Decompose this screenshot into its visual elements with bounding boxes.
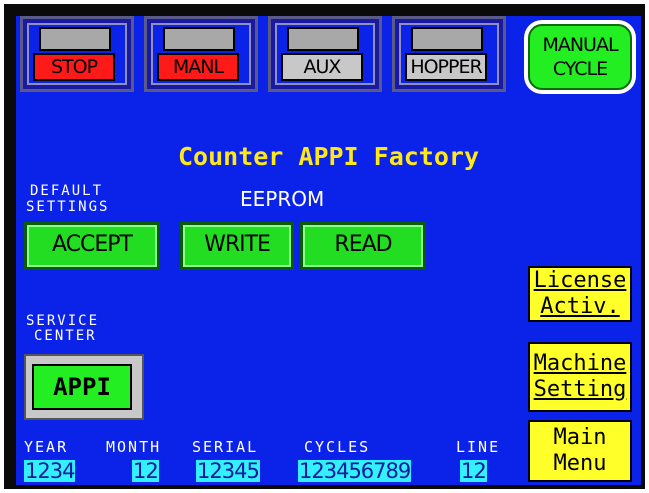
- month-field[interactable]: 12: [132, 460, 159, 482]
- license-activation-button[interactable]: License Activ.: [528, 266, 632, 322]
- appi-button[interactable]: APPI: [32, 364, 132, 410]
- license-line2: Activ.: [540, 294, 620, 319]
- line-label: LINE: [456, 438, 501, 456]
- year-field[interactable]: 1234: [24, 460, 75, 482]
- accept-button[interactable]: ACCEPT: [24, 222, 160, 270]
- page-title: Counter APPI Factory: [177, 142, 480, 171]
- line-field[interactable]: 12: [460, 460, 487, 482]
- indicator-hopper: HOPPER: [392, 16, 506, 92]
- month-label: MONTH: [106, 438, 162, 456]
- hmi-screen: STOP MANL AUX HOPPER MANUAL CYCLE Counte…: [16, 16, 641, 485]
- eeprom-label: EEPROM: [240, 187, 325, 211]
- indicator-label: AUX: [281, 53, 363, 81]
- serial-field[interactable]: 12345: [196, 460, 260, 482]
- indicator-lamp: [411, 27, 483, 51]
- indicator-manl: MANL: [144, 16, 258, 92]
- indicator-lamp: [163, 27, 235, 51]
- indicator-lamp: [39, 27, 111, 51]
- main-menu-line2: Menu: [553, 451, 607, 476]
- eeprom-read-button[interactable]: READ: [300, 222, 426, 270]
- indicator-aux: AUX: [268, 16, 382, 92]
- main-menu-line1: Main: [553, 425, 607, 450]
- eeprom-write-button[interactable]: WRITE: [180, 222, 294, 270]
- manual-cycle-line1: MANUAL: [542, 34, 618, 56]
- manual-cycle-line2: CYCLE: [552, 58, 608, 80]
- cycles-label: CYCLES: [304, 438, 371, 456]
- default-settings-label-line1: DEFAULT: [30, 183, 104, 199]
- manual-cycle-button[interactable]: MANUAL CYCLE: [528, 24, 632, 90]
- appi-button-frame: APPI: [24, 354, 144, 420]
- indicator-stop: STOP: [20, 16, 134, 92]
- indicator-label: STOP: [33, 53, 115, 81]
- license-line1: License: [533, 268, 627, 293]
- service-center-label-line1: SERVICE: [26, 313, 100, 329]
- indicator-label: HOPPER: [405, 53, 487, 81]
- machine-line1: Machine: [533, 351, 627, 376]
- indicator-lamp: [287, 27, 359, 51]
- serial-label: SERIAL: [192, 438, 259, 456]
- hmi-frame: STOP MANL AUX HOPPER MANUAL CYCLE Counte…: [4, 4, 645, 489]
- main-menu-button[interactable]: Main Menu: [528, 420, 632, 482]
- service-center-label-line2: CENTER: [34, 328, 97, 344]
- cycles-field[interactable]: 123456789: [298, 460, 411, 482]
- machine-line2: Setting: [533, 377, 627, 402]
- default-settings-label-line2: SETTINGS: [26, 199, 110, 215]
- manual-cycle-container: MANUAL CYCLE: [524, 20, 636, 94]
- indicator-label: MANL: [157, 53, 239, 81]
- machine-setting-button[interactable]: Machine Setting: [528, 342, 632, 412]
- year-label: YEAR: [24, 438, 69, 456]
